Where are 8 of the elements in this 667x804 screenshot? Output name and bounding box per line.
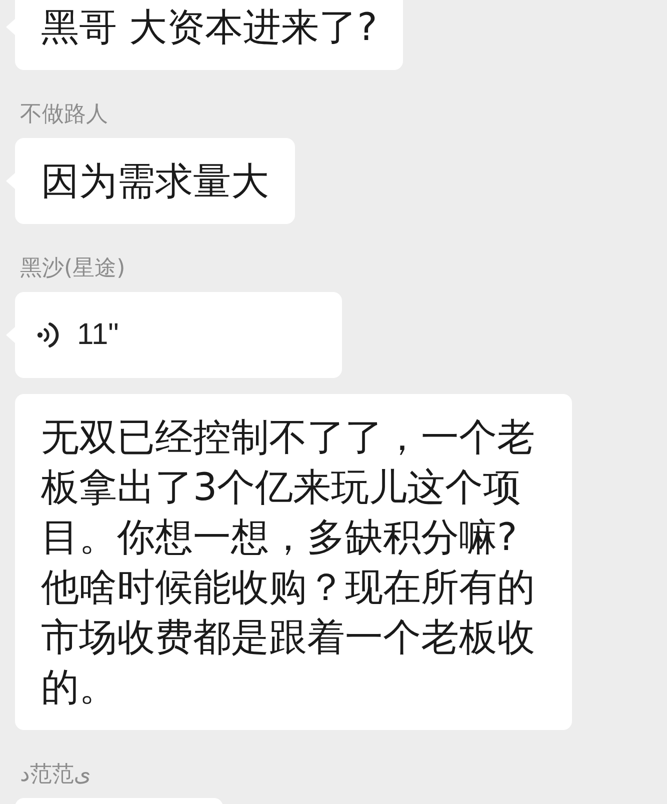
message-bubble: 因为需求量大 [15,138,295,224]
voice-message-bubble[interactable]: 11" [15,292,342,378]
message-bubble: 黑哥 大资本进来了? [15,0,404,70]
message-bubble: 无双已经控制不了了，一个老板拿出了3个亿来玩儿这个项目。你想一想，多缺积分嘛?他啥时候能收购？现在所有的市场收费都是跟着一个老板收的。 [15,394,572,730]
sender-name: 黑沙(星途) [20,255,126,283]
sender-name: 不做路人 [20,101,108,129]
voice-wave-icon [37,320,59,350]
sender-name: د范范ی [20,761,92,789]
